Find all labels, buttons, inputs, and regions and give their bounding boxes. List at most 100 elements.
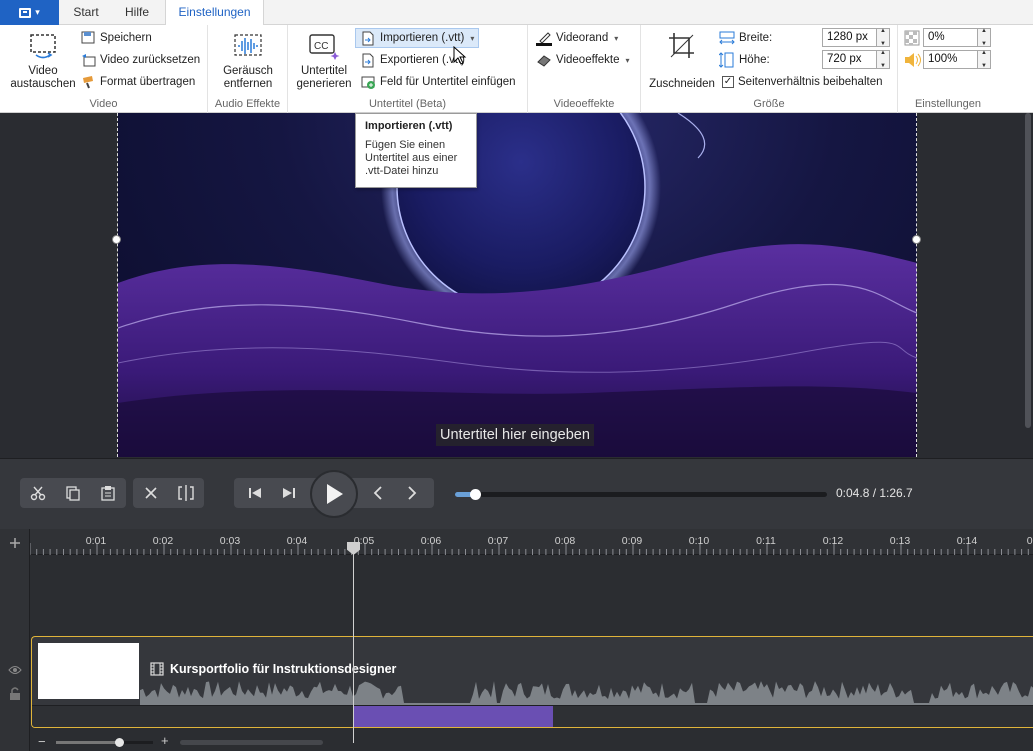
split-button[interactable] xyxy=(169,478,203,508)
opacity-input[interactable]: 0% xyxy=(923,28,978,47)
insert-subtitle-field-button[interactable]: Feld für Untertitel einfügen xyxy=(360,72,516,92)
cut-button[interactable] xyxy=(21,478,55,508)
video-border-button[interactable]: Videorand ▾ xyxy=(536,28,618,48)
next-frame-button[interactable] xyxy=(395,478,429,508)
timeline-ruler[interactable]: 0:01 0:02 0:03 0:04 0:05 0:06 0:07 0:08 0:09 0:10… xyxy=(30,529,1033,555)
ruler-tick-label: 0:10 xyxy=(688,535,710,547)
video-track-clip[interactable]: Kursportfolio für Instruktionsdesigner xyxy=(31,636,1033,728)
tab-hilfe[interactable]: Hilfe xyxy=(112,0,162,25)
scissors-icon xyxy=(30,486,46,501)
chevron-right-icon xyxy=(408,486,417,500)
replace-video-label-2: austauschen xyxy=(10,78,76,90)
height-input[interactable]: 720 px xyxy=(822,50,877,69)
height-spinner[interactable] xyxy=(876,50,890,69)
crop-button[interactable]: Zuschneiden xyxy=(645,31,719,91)
height-icon xyxy=(719,52,735,68)
resize-handle-left[interactable] xyxy=(112,235,121,244)
insert-subtitle-field-label: Feld für Untertitel einfügen xyxy=(380,76,516,88)
file-menu-button[interactable]: ▾ xyxy=(0,0,59,25)
playback-controls: 0:04.8 / 1:26.7 xyxy=(0,458,1033,529)
paste-button[interactable] xyxy=(91,478,125,508)
paste-icon xyxy=(101,486,115,501)
width-label: Breite: xyxy=(719,28,772,48)
edit-tools-group xyxy=(20,478,126,508)
chevron-down-icon: ▾ xyxy=(35,7,40,17)
ruler-tick-label: 0:06 xyxy=(420,535,442,547)
time-display: 0:04.8 / 1:26.7 xyxy=(836,486,913,500)
copy-icon xyxy=(66,486,80,501)
video-frame-art xyxy=(118,113,917,457)
chevron-left-icon xyxy=(373,486,382,500)
group-label-size: Größe xyxy=(753,98,785,110)
seek-handle[interactable] xyxy=(470,489,482,500)
noise-removal-button[interactable]: Geräusch entfernen xyxy=(212,31,284,91)
play-button[interactable] xyxy=(310,470,358,518)
caption-block[interactable] xyxy=(354,706,553,727)
import-vtt-tooltip: Importieren (.vtt) Fügen Sie einen Unter… xyxy=(355,113,477,188)
add-track-icon[interactable] xyxy=(9,537,21,549)
ruler-minor-ticks xyxy=(30,543,1029,555)
volume-input[interactable]: 100% xyxy=(923,50,978,69)
eye-icon[interactable] xyxy=(8,665,22,675)
tab-einstellungen[interactable]: Einstellungen xyxy=(165,0,264,26)
resize-handle-right[interactable] xyxy=(912,235,921,244)
ribbon-tab-bar: ▾ Start Hilfe Einstellungen xyxy=(0,0,1033,26)
ruler-tick-label: 0:03 xyxy=(219,535,241,547)
video-effects-label: Videoeffekte xyxy=(556,54,620,66)
zoom-slider-handle[interactable] xyxy=(115,738,124,747)
group-label-video: Video xyxy=(89,98,118,110)
width-label-text: Breite: xyxy=(739,32,773,44)
zoom-slider-fill xyxy=(56,741,120,744)
reset-icon xyxy=(80,52,96,68)
save-icon xyxy=(80,30,96,46)
play-icon xyxy=(327,484,343,504)
menu-icon xyxy=(19,7,32,18)
preview-scrollbar[interactable] xyxy=(1025,113,1031,428)
subtitle-placeholder[interactable]: Untertitel hier eingeben xyxy=(436,424,594,446)
replace-video-button[interactable]: Video austauschen xyxy=(6,31,80,91)
tab-start[interactable]: Start xyxy=(62,0,110,25)
export-vtt-button[interactable]: Exportieren (.vtt) xyxy=(360,50,465,70)
video-effects-button[interactable]: Videoeffekte ▾ xyxy=(536,50,630,70)
zoom-in-button[interactable]: + xyxy=(161,733,169,748)
pen-icon xyxy=(536,30,552,46)
generate-subtitles-button[interactable]: CC Untertitel generieren xyxy=(292,31,356,91)
width-spinner[interactable] xyxy=(876,28,890,47)
timeline-horizontal-scrollbar[interactable] xyxy=(180,740,323,745)
caption-lane xyxy=(32,705,1033,727)
closed-captions-icon: CC xyxy=(308,31,340,61)
lock-icon[interactable] xyxy=(9,687,21,700)
save-video-button[interactable]: Speichern xyxy=(80,28,152,48)
group-label-videoeffects: Videoeffekte xyxy=(553,98,615,110)
clip-thumbnail xyxy=(38,643,139,699)
skip-start-button[interactable] xyxy=(238,478,272,508)
copy-button[interactable] xyxy=(56,478,90,508)
dropdown-arrow-icon: ▾ xyxy=(625,55,630,65)
format-painter-label: Format übertragen xyxy=(100,76,196,88)
timeline: 0:01 0:02 0:03 0:04 0:05 0:06 0:07 0:08 0:09 0:10… xyxy=(0,529,1033,751)
opacity-spinner[interactable] xyxy=(977,28,991,47)
delete-button[interactable] xyxy=(134,478,168,508)
volume-spinner[interactable] xyxy=(977,50,991,69)
previous-frame-button[interactable] xyxy=(361,478,395,508)
ribbon-group-videoeffects: Videorand ▾ Videoeffekte ▾ Videoeffekte xyxy=(528,25,641,113)
seek-bar[interactable] xyxy=(455,489,827,500)
format-painter-button[interactable]: Format übertragen xyxy=(80,72,195,92)
import-vtt-button[interactable]: Importieren (.vtt) ▾ xyxy=(355,28,480,48)
generate-subtitles-label-1: Untertitel xyxy=(300,65,348,77)
zoom-out-button[interactable]: − xyxy=(38,734,46,749)
save-video-label: Speichern xyxy=(100,32,152,44)
height-label-text: Höhe: xyxy=(739,54,770,66)
trim-tools-group xyxy=(133,478,204,508)
reset-video-button[interactable]: Video zurücksetzen xyxy=(80,50,200,70)
width-input[interactable]: 1280 px xyxy=(822,28,877,47)
tooltip-text: Fügen Sie einen Untertitel aus einer .vt… xyxy=(365,139,458,177)
video-canvas[interactable] xyxy=(118,113,917,457)
replace-video-icon xyxy=(27,31,59,61)
skip-end-button[interactable] xyxy=(272,478,306,508)
volume-icon xyxy=(904,52,922,71)
playhead-line xyxy=(353,543,354,743)
ruler-tick-label: 0:09 xyxy=(621,535,643,547)
mouse-cursor-icon xyxy=(453,46,467,65)
keep-aspect-ratio-checkbox[interactable]: ✓ Seitenverhältnis beibehalten xyxy=(722,72,883,92)
